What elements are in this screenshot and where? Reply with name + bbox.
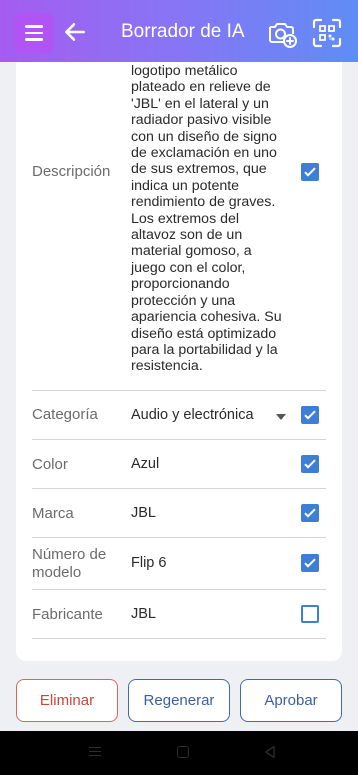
color-label: Color [32,456,68,473]
model-number-checkbox[interactable] [301,554,319,572]
manufacturer-checkbox[interactable] [301,605,319,623]
description-checkbox[interactable] [301,163,319,181]
divider [32,638,326,639]
home-icon[interactable] [177,746,189,758]
category-checkbox[interactable] [301,406,319,424]
divider [32,439,326,440]
model-number-label: Número de modelo [32,546,107,581]
brand-checkbox[interactable] [301,504,319,522]
brand-value[interactable]: JBL [131,505,156,521]
divider [32,589,326,590]
system-navigation-bar [0,731,358,775]
scan-qr-icon[interactable] [312,18,342,48]
hamburger-menu-icon[interactable] [14,13,54,53]
delete-button[interactable]: Eliminar [16,679,118,722]
divider [32,537,326,538]
category-label: Categoría [32,406,98,423]
app-header: Borrador de IA [0,0,358,62]
camera-add-icon[interactable] [266,17,298,49]
chevron-down-icon[interactable] [276,414,286,420]
back-triangle-icon[interactable] [264,745,276,759]
arrow-left-icon[interactable] [62,19,88,45]
description-label: Descripción [32,163,111,180]
manufacturer-value[interactable]: JBL [131,606,156,622]
brand-label: Marca [32,505,74,522]
category-select[interactable]: Audio y electrónica [131,407,254,423]
color-checkbox[interactable] [301,455,319,473]
divider [32,390,326,391]
model-number-value[interactable]: Flip 6 [131,555,166,571]
regenerate-button[interactable]: Regenerar [128,679,230,722]
item-draft-card: Descripción logotipo metálico plateado e… [16,50,342,661]
page-title: Borrador de IA [121,21,245,42]
approve-button[interactable]: Aprobar [240,679,342,722]
description-text[interactable]: logotipo metálico plateado en relieve de… [131,63,291,375]
color-value[interactable]: Azul [131,456,159,472]
recent-apps-icon[interactable] [89,747,101,757]
divider [32,488,326,489]
manufacturer-label: Fabricante [32,606,103,623]
